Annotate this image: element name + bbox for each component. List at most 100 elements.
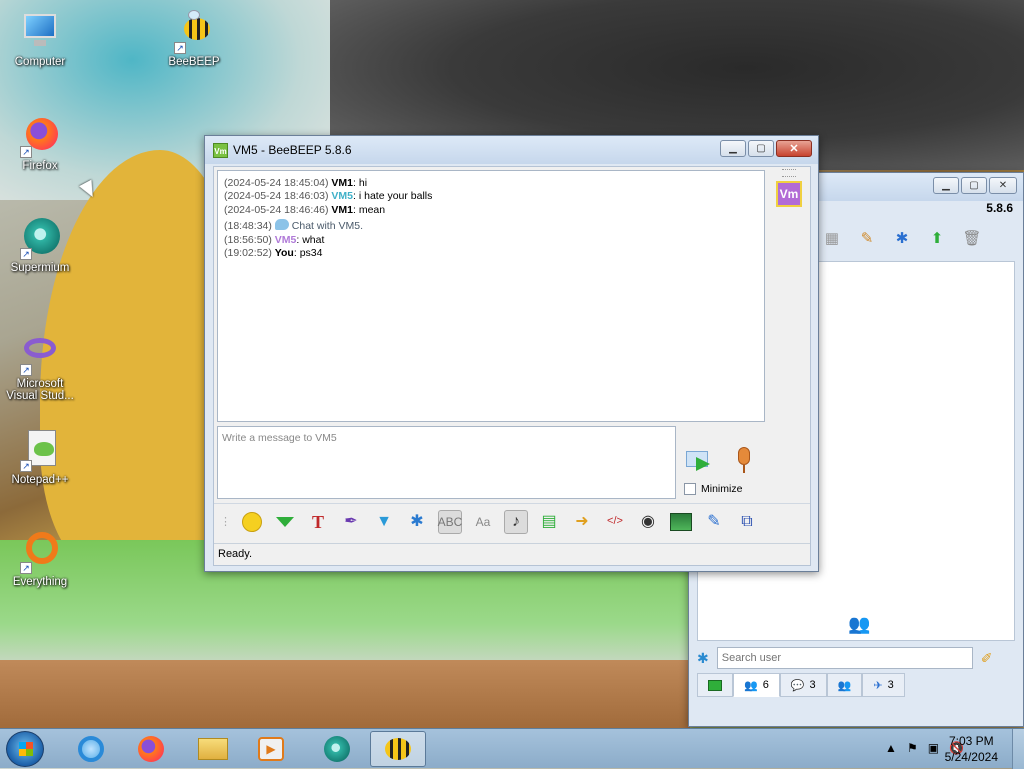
edit-profile-icon[interactable]: ✎ — [854, 225, 880, 251]
shortcut-arrow-icon: ↗ — [20, 146, 32, 158]
font-icon[interactable]: T — [306, 510, 330, 534]
screenshot-icon[interactable]: ◉ — [636, 510, 660, 534]
network-icon[interactable]: ▦ — [819, 225, 845, 251]
desktop-icon-everything[interactable]: ↗ Everything — [2, 530, 78, 588]
message-sender[interactable]: You — [275, 247, 294, 259]
show-desktop-button[interactable] — [1012, 729, 1024, 769]
message-text: : what — [296, 233, 325, 246]
filter-icon[interactable]: ▼ — [372, 510, 396, 534]
share-icon[interactable]: ⧉ — [735, 510, 759, 534]
taskbar-explorer[interactable] — [188, 731, 238, 767]
desktop-icon-beebeep[interactable]: ↗ BeeBEEP — [156, 10, 232, 68]
drag-handle[interactable] — [782, 169, 796, 177]
desktop-icon-label: Notepad++ — [11, 474, 69, 486]
media-player-icon: ▶ — [258, 737, 284, 761]
tab-chats[interactable]: 💬 3 — [779, 673, 827, 697]
color-pick-icon[interactable]: ✒ — [339, 510, 363, 534]
send-arrow-icon — [696, 457, 710, 471]
chat-window: Vm VM5 - BeeBEEP 5.8.6 ▁ ▢ ✕ (2024-05-24… — [204, 135, 819, 572]
message-sender[interactable]: VM1 — [331, 177, 353, 189]
minimize-checkbox-row[interactable]: Minimize — [684, 483, 742, 495]
close-button[interactable]: ✕ — [776, 140, 812, 157]
taskbar-media-player[interactable]: ▶ — [246, 731, 296, 767]
emoji-icon[interactable] — [240, 510, 264, 534]
chat-history[interactable]: (2024-05-24 18:45:04) VM1: hi (2024-05-24… — [217, 170, 765, 422]
taskbar-firefox[interactable] — [126, 731, 176, 767]
supermium-icon: ↗ — [18, 216, 62, 260]
version-label: 5.8.6 — [986, 201, 1013, 215]
desktop-icon-firefox[interactable]: ↗ Firefox — [2, 114, 78, 172]
tab-count: 6 — [762, 679, 769, 691]
clock[interactable]: 7:03 PM 5/24/2024 — [945, 733, 998, 765]
taskbar-internet-explorer[interactable] — [66, 731, 116, 767]
wallpaper-cake-base — [0, 660, 690, 730]
shortcut-arrow-icon: ↗ — [174, 42, 186, 54]
edit-icon[interactable]: ✎ — [702, 510, 726, 534]
message-timestamp: (2024-05-24 18:46:03) — [224, 190, 329, 203]
search-row: ✱ ✐ — [697, 645, 1015, 671]
minimize-label: Minimize — [701, 483, 743, 495]
taskbar-beebeep[interactable] — [370, 731, 426, 767]
shortcut-arrow-icon: ↗ — [20, 364, 32, 376]
tab-users[interactable]: 👥 6 — [733, 673, 780, 697]
message-sender[interactable]: VM5 — [275, 234, 297, 246]
search-user-input[interactable] — [716, 647, 973, 669]
trash-icon[interactable]: 🗑 — [959, 225, 985, 251]
chat-message: (19:02:52) You: ps34 — [224, 247, 758, 260]
update-icon[interactable]: ⬆ — [924, 225, 950, 251]
chats-icon: 💬 — [790, 679, 805, 692]
users-icon: 👥 — [848, 614, 871, 634]
firefox-icon: ↗ — [18, 114, 62, 158]
desktop-icon-computer[interactable]: Computer — [2, 10, 78, 68]
save-chat-icon[interactable]: ▤ — [537, 510, 561, 534]
notepadpp-icon: ↗ — [18, 428, 62, 472]
everything-icon: ↗ — [18, 530, 62, 574]
tab-shares[interactable]: ✈ 3 — [862, 673, 905, 697]
beebeep-icon: ↗ — [172, 10, 216, 54]
minimize-checkbox[interactable] — [684, 483, 696, 495]
text-format-icon[interactable]: Aa — [471, 510, 495, 534]
network-icon[interactable]: ▣ — [928, 741, 939, 755]
minimize-button[interactable]: ▁ — [720, 140, 746, 157]
users-icon: 👥 — [744, 679, 758, 692]
main-toolbar: ▦ ✎ ✱ ⬆ 🗑 — [819, 225, 985, 251]
desktop-icon-notepadpp[interactable]: ↗ Notepad++ — [0, 428, 80, 486]
chat-window-titlebar[interactable]: Vm VM5 - BeeBEEP 5.8.6 ▁ ▢ ✕ — [205, 136, 818, 164]
message-text: : hi — [353, 177, 368, 189]
image-icon[interactable] — [669, 510, 693, 534]
close-button[interactable]: ✕ — [989, 177, 1017, 194]
chat-message: (2024-05-24 18:45:04) VM1: hi — [224, 177, 758, 190]
voice-message-button[interactable] — [734, 447, 754, 475]
chat-message: (2024-05-24 18:46:46) VM1: mean — [224, 204, 758, 217]
tab-online[interactable] — [697, 673, 733, 697]
send-button[interactable] — [684, 445, 714, 475]
maximize-button[interactable]: ▢ — [961, 177, 987, 194]
chat-toolbar: ⋮ T ✒ ▼ ✱ ABC Aa ♪ ▤ ➜ </> ◉ ✎ ⧉ — [214, 503, 810, 539]
message-input[interactable]: Write a message to VM5 — [217, 426, 676, 499]
minimize-icon: ▁ — [729, 142, 737, 154]
green-down-arrow-icon[interactable] — [273, 510, 297, 534]
search-settings-icon[interactable]: ✱ — [697, 650, 709, 667]
firefox-icon — [138, 736, 164, 762]
maximize-button[interactable]: ▢ — [748, 140, 774, 157]
action-center-flag-icon[interactable]: ⚑ — [907, 741, 918, 755]
clear-search-icon[interactable]: ✐ — [981, 650, 993, 667]
tools-icon[interactable]: ✱ — [889, 225, 915, 251]
taskbar-supermium[interactable] — [312, 731, 362, 767]
visual-studio-icon: ↗ — [18, 332, 62, 376]
start-button[interactable] — [6, 731, 44, 767]
note-icon[interactable]: ♪ — [504, 509, 528, 534]
html-icon[interactable]: </> — [603, 510, 627, 534]
settings-gear-icon[interactable]: ✱ — [405, 510, 429, 534]
minimize-button[interactable]: ▁ — [933, 177, 959, 194]
user-avatar[interactable]: Vm — [776, 181, 802, 207]
desktop-icon-supermium[interactable]: ↗ Supermium — [2, 216, 78, 274]
spellcheck-icon[interactable]: ABC — [438, 509, 462, 534]
message-sender[interactable]: VM5 — [331, 190, 353, 202]
forward-icon[interactable]: ➜ — [570, 510, 594, 534]
chat-message: (18:56:50) VM5: what — [224, 234, 758, 247]
desktop-icon-visual-studio[interactable]: ↗ Microsoft Visual Stud... — [0, 332, 80, 402]
tab-groups[interactable]: 👥 — [826, 673, 863, 697]
message-sender[interactable]: VM1 — [331, 204, 353, 216]
show-hidden-icons-icon[interactable]: ▲ — [885, 741, 897, 755]
